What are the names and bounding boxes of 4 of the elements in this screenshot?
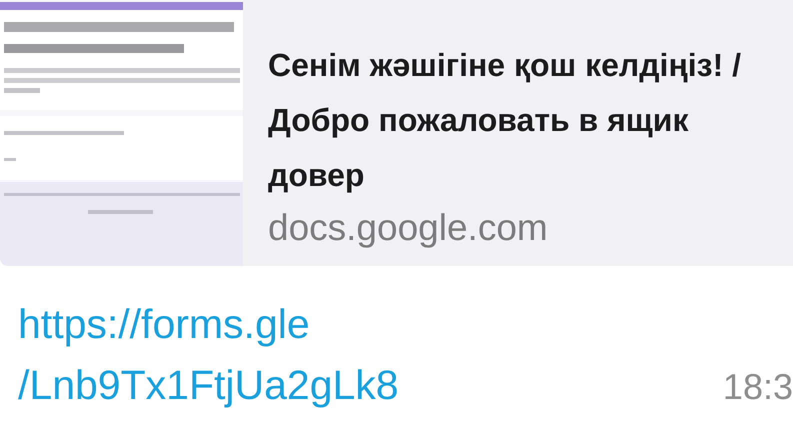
preview-title: Сенім жәшігіне қош келдіңіз! / Добро пожаловать в ящик довер [268,46,742,195]
preview-domain: docs.google.com [268,206,549,250]
link-preview-card[interactable]: Сенім жәшігіне қош келдіңіз! / Добро пожаловать в ящик довер docs.google.com [0,0,793,266]
message-time: 18:3 [722,365,793,409]
